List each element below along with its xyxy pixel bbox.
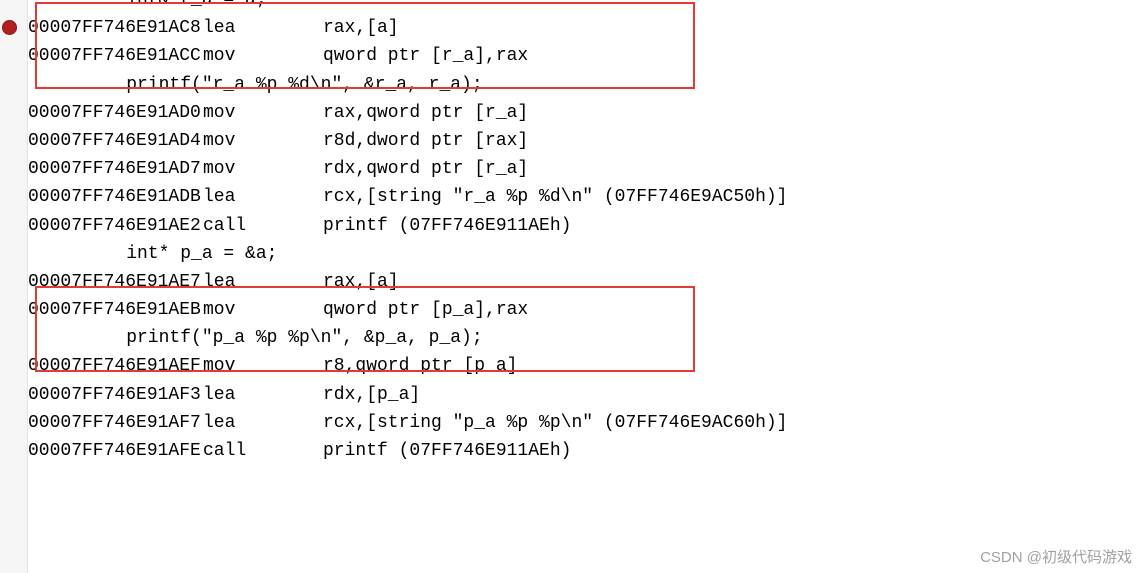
asm-line[interactable]: 00007FF746E91AFEcallprintf (07FF746E911A… <box>28 437 1142 465</box>
address: 00007FF746E91AEF <box>28 352 203 380</box>
mnemonic: mov <box>203 352 323 380</box>
address: 00007FF746E91AF7 <box>28 409 203 437</box>
source-text: int& r_a = a; <box>83 0 267 10</box>
address: 00007FF746E91AC8 <box>28 14 203 42</box>
operands: printf (07FF746E911AEh) <box>323 441 571 461</box>
mnemonic: call <box>203 212 323 240</box>
mnemonic: lea <box>203 14 323 42</box>
address: 00007FF746E91AEB <box>28 296 203 324</box>
operands: rax,[a] <box>323 18 399 38</box>
asm-line[interactable]: 00007FF746E91AE2callprintf (07FF746E911A… <box>28 212 1142 240</box>
address: 00007FF746E91ADB <box>28 183 203 211</box>
address: 00007FF746E91ACC <box>28 42 203 70</box>
address: 00007FF746E91AE2 <box>28 212 203 240</box>
operands: rax,qword ptr [r_a] <box>323 103 528 123</box>
source-line[interactable]: printf("p_a %p %p\n", &p_a, p_a); <box>28 324 1142 352</box>
address: 00007FF746E91AF3 <box>28 381 203 409</box>
operands: rcx,[string "p_a %p %p\n" (07FF746E9AC60… <box>323 413 787 433</box>
operands: rdx,[p_a] <box>323 385 420 405</box>
address: 00007FF746E91AE7 <box>28 268 203 296</box>
mnemonic: mov <box>203 99 323 127</box>
asm-line[interactable]: 00007FF746E91ADBlearcx,[string "r_a %p %… <box>28 183 1142 211</box>
asm-line[interactable]: 00007FF746E91AEFmovr8,qword ptr [p_a] <box>28 352 1142 380</box>
operands: rdx,qword ptr [r_a] <box>323 159 528 179</box>
operands: qword ptr [p_a],rax <box>323 300 528 320</box>
mnemonic: lea <box>203 409 323 437</box>
mnemonic: mov <box>203 42 323 70</box>
operands: qword ptr [r_a],rax <box>323 46 528 66</box>
operands: r8,qword ptr [p_a] <box>323 356 517 376</box>
asm-line[interactable]: 00007FF746E91AE7learax,[a] <box>28 268 1142 296</box>
source-line[interactable]: printf("r_a %p %d\n", &r_a, r_a); <box>28 71 1142 99</box>
address: 00007FF746E91AD4 <box>28 127 203 155</box>
mnemonic: lea <box>203 381 323 409</box>
mnemonic: call <box>203 437 323 465</box>
watermark: CSDN @初级代码游戏 <box>980 546 1132 567</box>
source-line[interactable]: int* p_a = &a; <box>28 240 1142 268</box>
asm-line[interactable]: 00007FF746E91AEBmovqword ptr [p_a],rax <box>28 296 1142 324</box>
operands: rax,[a] <box>323 272 399 292</box>
mnemonic: mov <box>203 127 323 155</box>
mnemonic: mov <box>203 296 323 324</box>
asm-line[interactable]: 00007FF746E91ACCmovqword ptr [r_a],rax <box>28 42 1142 70</box>
mnemonic: mov <box>203 155 323 183</box>
operands: r8d,dword ptr [rax] <box>323 131 528 151</box>
mnemonic: lea <box>203 183 323 211</box>
asm-line[interactable]: 00007FF746E91AD7movrdx,qword ptr [r_a] <box>28 155 1142 183</box>
source-line[interactable]: int& r_a = a; <box>28 0 1142 14</box>
source-text: printf("p_a %p %p\n", &p_a, p_a); <box>83 328 483 348</box>
operands: rcx,[string "r_a %p %d\n" (07FF746E9AC50… <box>323 187 787 207</box>
asm-line[interactable]: 00007FF746E91AF3leardx,[p_a] <box>28 381 1142 409</box>
source-text: int* p_a = &a; <box>83 244 277 264</box>
asm-line[interactable]: 00007FF746E91AC8learax,[a] <box>28 14 1142 42</box>
asm-line[interactable]: 00007FF746E91AD0movrax,qword ptr [r_a] <box>28 99 1142 127</box>
disassembly-editor: 00007FF746E91AC3callprintf (07FF746E911A… <box>0 0 1142 465</box>
breakpoint-icon[interactable] <box>2 20 17 35</box>
asm-line[interactable]: 00007FF746E91AF7learcx,[string "p_a %p %… <box>28 409 1142 437</box>
asm-line[interactable]: 00007FF746E91AD4movr8d,dword ptr [rax] <box>28 127 1142 155</box>
address: 00007FF746E91AD7 <box>28 155 203 183</box>
mnemonic: lea <box>203 268 323 296</box>
address: 00007FF746E91AD0 <box>28 99 203 127</box>
operands: printf (07FF746E911AEh) <box>323 216 571 236</box>
source-text: printf("r_a %p %d\n", &r_a, r_a); <box>83 75 483 95</box>
address: 00007FF746E91AFE <box>28 437 203 465</box>
